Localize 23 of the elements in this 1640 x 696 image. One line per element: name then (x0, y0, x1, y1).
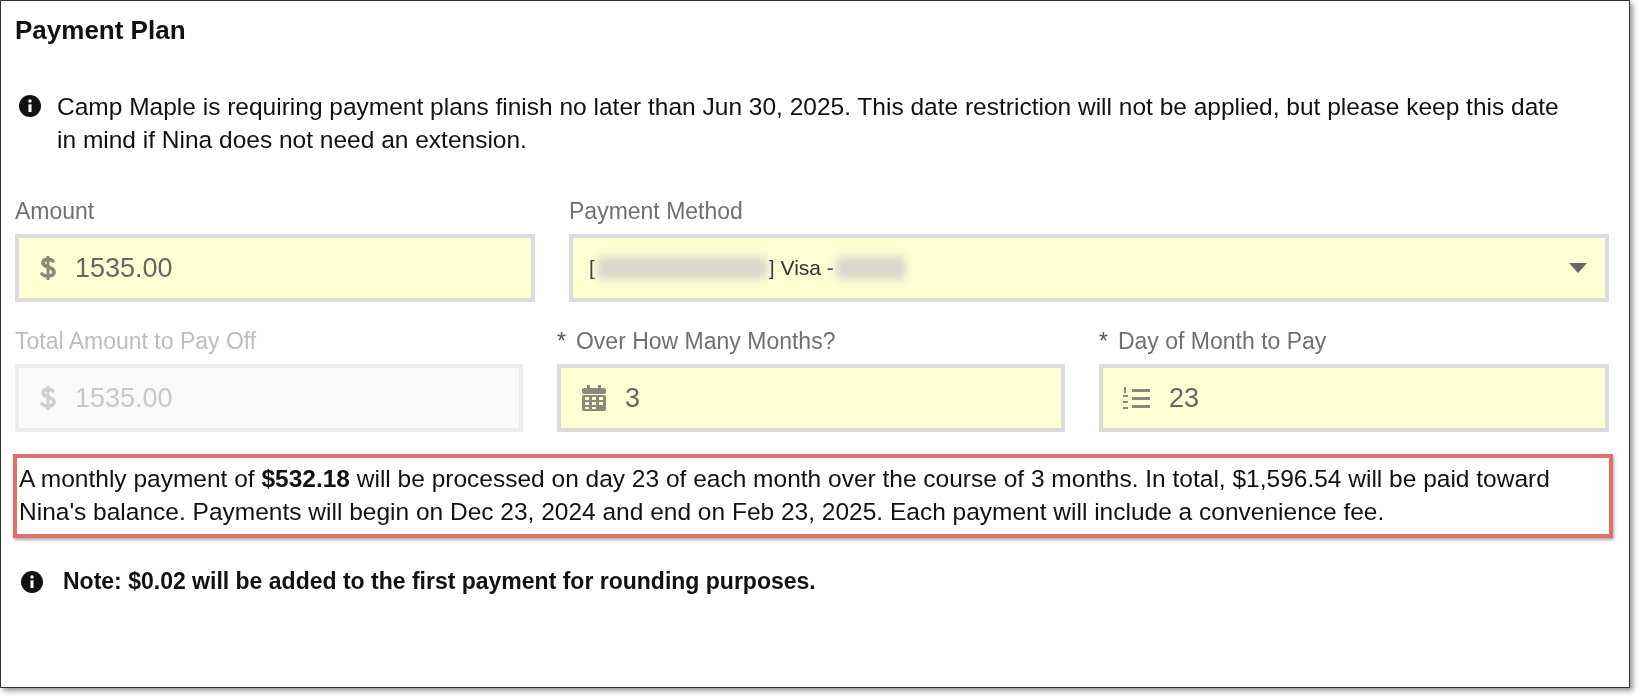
payment-method-dropdown[interactable]: [ ] Visa - (569, 234, 1609, 302)
panel-title: Payment Plan (15, 15, 187, 46)
field-label: Over How Many Months? (575, 327, 836, 355)
input-field[interactable]: 1535.00 (15, 234, 535, 302)
rounding-note: Note: $0.02 will be added to the first payment for rounding purposes. (63, 568, 816, 595)
caret-icon (1569, 263, 1587, 273)
field-label: Total Amount to Pay Off (15, 327, 257, 355)
blurred-text (835, 257, 906, 279)
info-message: Camp Maple is requiring payment plans finish no later than Jun 30, 2025. This date restriction will not be applied, but please keep this date in mind if Nina does not need an extension. (57, 92, 1559, 155)
info-icon (19, 95, 41, 117)
input-field[interactable]: 3 (557, 364, 1065, 432)
field-label: Payment Method (569, 197, 743, 225)
required-asterisk: * (557, 327, 566, 355)
field-label: Amount (15, 197, 95, 225)
field-label: Day of Month to Pay (1117, 327, 1327, 355)
dollar-icon (39, 254, 57, 282)
numbered-list-icon (1123, 385, 1151, 411)
required-asterisk: * (1099, 327, 1108, 355)
payment-summary: A monthly payment of $532.18 will be processed on day 23 of each month over the course of 3 months. In total, $1,596.54 will be paid toward Nina's balance. Payments will begin on Dec 23, 2024 and end on Feb 23, 2025. Each payment will include a convenience fee. (13, 454, 1613, 538)
info-icon (21, 570, 43, 593)
dollar-icon (39, 384, 57, 412)
calendar-icon (581, 384, 607, 412)
input-field[interactable]: 23 (1099, 364, 1609, 432)
